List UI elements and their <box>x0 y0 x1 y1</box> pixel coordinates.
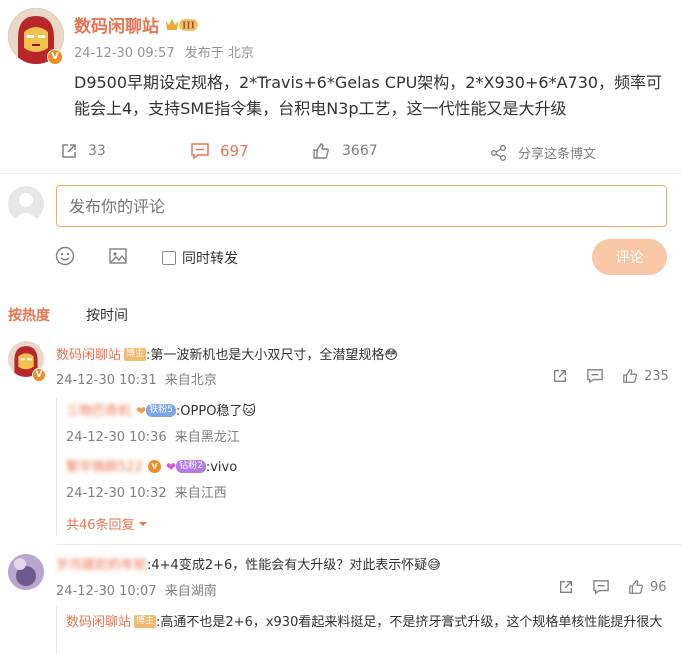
current-user-avatar <box>8 186 44 222</box>
replies-panel-border <box>56 397 57 535</box>
image-upload-button[interactable] <box>108 246 128 270</box>
comment-like-button[interactable]: 235 <box>622 368 669 384</box>
repost-checkbox-row[interactable]: 同时转发 <box>162 248 238 268</box>
comment-like-count: 235 <box>644 368 669 384</box>
like-button[interactable]: 3667 <box>312 142 378 160</box>
comment-text: :第一波新机也是大小双尺寸，全潜望规格😳 <box>146 348 398 363</box>
post-time[interactable]: 24-12-30 09:57 <box>74 46 175 61</box>
chevron-down-icon <box>138 521 147 526</box>
user-avatar-icon <box>8 554 44 590</box>
comment-author[interactable]: 数码闲聊站 <box>56 348 121 363</box>
repost-icon <box>62 144 76 158</box>
thumbs-up-icon <box>629 580 643 594</box>
reply-time: 24-12-30 10:32 <box>66 486 167 501</box>
comment-like-button[interactable]: 96 <box>628 579 667 595</box>
repost-button[interactable]: 33 <box>60 142 106 160</box>
image-icon <box>109 248 127 264</box>
emoji-button[interactable] <box>55 246 75 270</box>
reply-location: 来自黑龙江 <box>174 430 240 445</box>
more-replies-link[interactable]: 共46条回复 <box>66 514 148 533</box>
section-divider <box>0 173 682 174</box>
repost-count: 33 <box>88 143 106 159</box>
comment-input[interactable] <box>56 185 667 227</box>
like-count: 3667 <box>342 143 378 159</box>
comment-like-count: 96 <box>650 579 667 595</box>
reply-author[interactable]: 数码闲聊站 <box>66 615 131 630</box>
comment-text: :4+4变成2+6，性能会有大升级？对此表示怀疑😅 <box>147 558 441 573</box>
verified-badge-icon: V <box>147 460 161 473</box>
comment-repost-button[interactable] <box>552 368 568 384</box>
comment-icon <box>587 369 603 384</box>
blogger-badge: 博主 <box>124 348 147 361</box>
fan-badge: 铁粉5 <box>146 404 176 417</box>
fan-badge: 钻粉2 <box>176 460 206 473</box>
post-location: 发布于 北京 <box>184 46 254 61</box>
share-button[interactable]: 分享这条博文 <box>490 143 596 162</box>
repost-checkbox-label: 同时转发 <box>182 251 238 267</box>
fan-heart-icon: ❤ <box>136 404 147 418</box>
verified-badge-icon: V <box>32 368 46 382</box>
comment-time: 24-12-30 10:07 <box>56 584 157 599</box>
comment-location: 来自北京 <box>164 373 217 388</box>
comment-author[interactable]: 岁月蹉跎的年轮 <box>56 558 147 573</box>
more-replies-label: 共46条回复 <box>66 518 135 533</box>
submit-comment-button[interactable]: 评论 <box>592 239 667 275</box>
comment-icon <box>593 580 609 595</box>
replies-panel-border <box>56 606 57 654</box>
comment-icon <box>191 143 209 160</box>
comment-button[interactable]: 697 <box>190 142 249 160</box>
comment-avatar[interactable] <box>8 554 44 590</box>
comment-reply-button[interactable] <box>592 579 610 595</box>
blogger-badge: 博主 <box>134 615 157 628</box>
reply-text: :vivo <box>205 460 238 475</box>
reply-text: :OPPO稳了🐱 <box>175 404 256 419</box>
fan-heart-icon: ❤ <box>166 460 177 474</box>
thumbs-up-icon <box>623 369 637 383</box>
tab-sort-by-hot[interactable]: 按热度 <box>8 305 50 325</box>
repost-checkbox[interactable] <box>162 251 176 265</box>
reply-location: 来自江西 <box>174 486 227 501</box>
tab-sort-by-time[interactable]: 按时间 <box>86 305 128 325</box>
reply-author[interactable]: 三物巴奇机 <box>66 404 131 419</box>
repost-icon <box>560 581 572 593</box>
reply-author[interactable]: 繁华锦颜522 <box>66 460 143 475</box>
post-author-name[interactable]: 数码闲聊站 <box>74 12 159 37</box>
comment-time: 24-12-30 10:31 <box>56 373 157 388</box>
thumbs-up-icon <box>313 143 329 159</box>
post-text: D9500早期设定规格，2*Travis+6*Gelas CPU架构，2*X93… <box>74 73 663 118</box>
emoji-icon <box>55 246 75 266</box>
comment-count: 697 <box>220 142 249 160</box>
comment-divider <box>56 544 682 545</box>
member-crown-icon: III <box>165 17 199 33</box>
svg-text:III: III <box>182 21 195 31</box>
repost-icon <box>554 370 566 382</box>
reply-text: :高通不也是2+6，x930看起来料挺足，不是挤牙膏式升级，这个规格单核性能提升… <box>156 615 663 630</box>
comment-repost-button[interactable] <box>558 579 574 595</box>
default-user-icon <box>13 193 39 222</box>
share-icon <box>491 144 506 161</box>
verified-badge-icon: V <box>47 49 63 65</box>
reply-time: 24-12-30 10:36 <box>66 430 167 445</box>
comment-location: 来自湖南 <box>164 584 217 599</box>
comment-reply-button[interactable] <box>586 368 604 384</box>
share-label: 分享这条博文 <box>518 147 597 162</box>
